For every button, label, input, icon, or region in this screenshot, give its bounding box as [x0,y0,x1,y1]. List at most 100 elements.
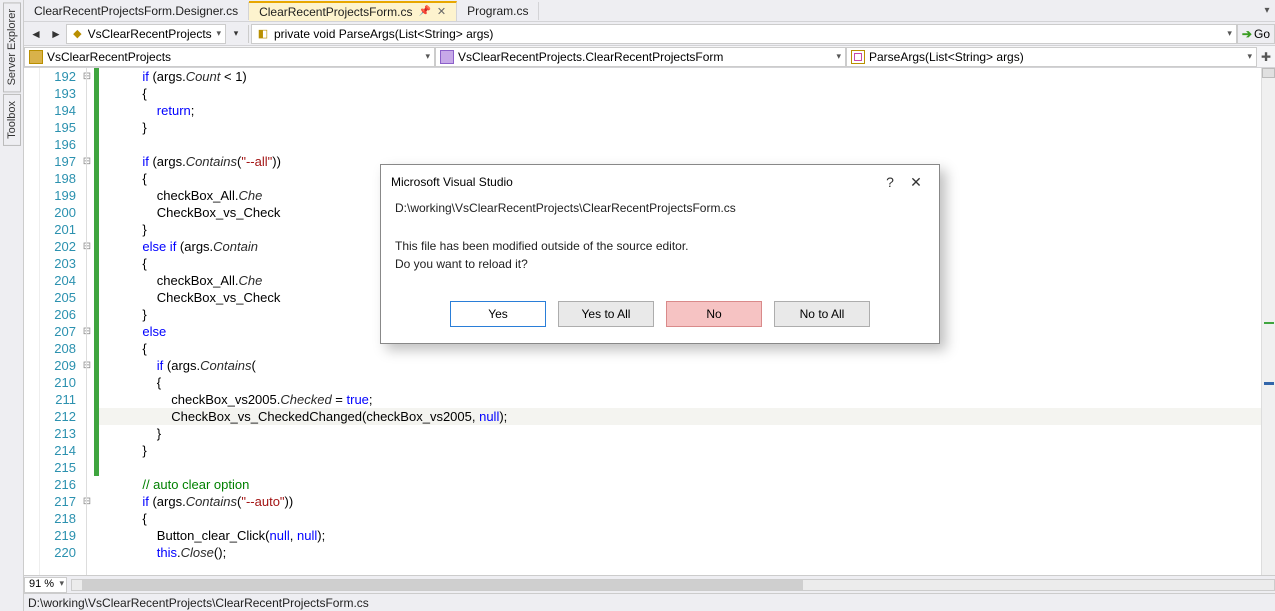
line-number: 203 [40,255,76,272]
fold-toggle [80,289,94,306]
dialog-close-button[interactable]: ✕ [903,174,929,191]
no-to-all-button[interactable]: No to All [774,301,870,327]
pin-icon[interactable]: 📌 [418,6,430,17]
code-line[interactable]: if (args.Count < 1) [99,68,1261,85]
line-number: 194 [40,102,76,119]
chevron-down-icon: ▾ [1227,28,1232,39]
zoom-combo[interactable]: 91 % [24,577,67,593]
dialog-message-2: Do you want to reload it? [395,255,925,273]
code-line[interactable]: CheckBox_vs_CheckedChanged(checkBox_vs20… [99,408,1261,425]
fold-toggle [80,442,94,459]
close-icon[interactable]: ✕ [437,5,446,18]
split-view-button[interactable]: ✚ [1257,50,1275,64]
fold-toggle [80,255,94,272]
line-number: 205 [40,289,76,306]
fold-toggle [80,306,94,323]
code-line[interactable]: // auto clear option [99,476,1261,493]
code-line[interactable]: { [99,510,1261,527]
fold-toggle [80,391,94,408]
code-line[interactable]: } [99,425,1261,442]
line-number: 207 [40,323,76,340]
tab-overflow-dropdown[interactable]: ▾ [1259,5,1275,16]
nav-bar: ◄ ► ◆ VsClearRecentProjects.Cl ▾ ▾ ◧ pri… [24,22,1275,46]
namespace-dropdown[interactable]: VsClearRecentProjects ▾ [24,47,435,67]
line-number: 215 [40,459,76,476]
fold-toggle [80,510,94,527]
yes-button[interactable]: Yes [450,301,546,327]
chevron-down-icon: ▾ [425,51,430,62]
code-line[interactable]: return; [99,102,1261,119]
method-dropdown[interactable]: ParseArgs(List<String> args) ▾ [846,47,1257,67]
tab-designer-cs[interactable]: ClearRecentProjectsForm.Designer.cs [24,2,249,20]
line-number: 199 [40,187,76,204]
code-line[interactable]: Button_clear_Click(null, null); [99,527,1261,544]
fold-toggle[interactable]: ⊟ [80,68,94,85]
line-number: 218 [40,510,76,527]
chevron-down-icon: ▾ [836,51,841,62]
method-icon: ◧ [256,27,270,41]
code-line[interactable] [99,136,1261,153]
line-number: 217 [40,493,76,510]
tab-program-cs[interactable]: Program.cs [457,2,539,20]
fold-toggle [80,425,94,442]
fold-toggle[interactable]: ⊟ [80,153,94,170]
code-line[interactable]: if (args.Contains("--auto")) [99,493,1261,510]
fold-toggle [80,272,94,289]
line-number: 202 [40,238,76,255]
fold-toggle[interactable]: ⊟ [80,238,94,255]
scope-combo[interactable]: ◆ VsClearRecentProjects.Cl ▾ [66,24,226,44]
horizontal-scrollbar[interactable] [71,579,1275,591]
scroll-ruler[interactable] [1261,68,1275,575]
namespace-icon [29,50,43,64]
server-explorer-tab[interactable]: Server Explorer [3,2,21,92]
nav-back-button[interactable]: ◄ [26,24,46,44]
dialog-file-path: D:\working\VsClearRecentProjects\ClearRe… [395,201,925,215]
fold-toggle[interactable]: ⊟ [80,493,94,510]
yes-to-all-button[interactable]: Yes to All [558,301,654,327]
namespace-text: VsClearRecentProjects [47,50,171,64]
fold-toggle [80,527,94,544]
dialog-message-1: This file has been modified outside of t… [395,237,925,255]
dialog-help-button[interactable]: ? [877,174,903,190]
toolbox-tab[interactable]: Toolbox [3,94,21,146]
line-number: 204 [40,272,76,289]
scope-combo-text: VsClearRecentProjects.Cl [88,27,213,41]
go-button[interactable]: ➔ Go [1237,24,1275,44]
code-line[interactable]: checkBox_vs2005.Checked = true; [99,391,1261,408]
member-combo[interactable]: ◧ private void ParseArgs(List<String> ar… [251,24,1237,44]
line-number: 206 [40,306,76,323]
tab-form-cs[interactable]: ClearRecentProjectsForm.cs 📌 ✕ [249,1,457,21]
code-line[interactable]: } [99,119,1261,136]
line-number: 197 [40,153,76,170]
fold-toggle[interactable]: ⊟ [80,357,94,374]
fold-toggle [80,187,94,204]
line-number: 208 [40,340,76,357]
dialog-title: Microsoft Visual Studio [391,175,513,189]
class-icon [440,50,454,64]
status-bar: D:\working\VsClearRecentProjects\ClearRe… [24,593,1275,611]
code-line[interactable]: { [99,85,1261,102]
nav-forward-button[interactable]: ► [46,24,66,44]
line-number: 201 [40,221,76,238]
fold-toggle [80,459,94,476]
no-button[interactable]: No [666,301,762,327]
code-line[interactable]: this.Close(); [99,544,1261,561]
status-path: D:\working\VsClearRecentProjects\ClearRe… [28,596,369,610]
line-number: 211 [40,391,76,408]
fold-toggle [80,204,94,221]
code-line[interactable]: { [99,374,1261,391]
code-line[interactable] [99,459,1261,476]
folding-gutter[interactable]: ⊟ ⊟ ⊟ ⊟ ⊟ ⊟ [80,68,94,575]
code-line[interactable]: if (args.Contains( [99,357,1261,374]
line-number: 220 [40,544,76,561]
code-line[interactable]: } [99,442,1261,459]
method-icon [851,50,865,64]
horizontal-split-handle[interactable] [1262,68,1275,78]
fold-toggle[interactable]: ⊟ [80,323,94,340]
fold-toggle [80,102,94,119]
member-combo-text: private void ParseArgs(List<String> args… [274,27,493,41]
scope-history-dropdown[interactable]: ▾ [226,24,246,44]
line-number: 216 [40,476,76,493]
line-number-gutter: 1921931941951961971981992002012022032042… [40,68,80,575]
class-dropdown[interactable]: VsClearRecentProjects.ClearRecentProject… [435,47,846,67]
